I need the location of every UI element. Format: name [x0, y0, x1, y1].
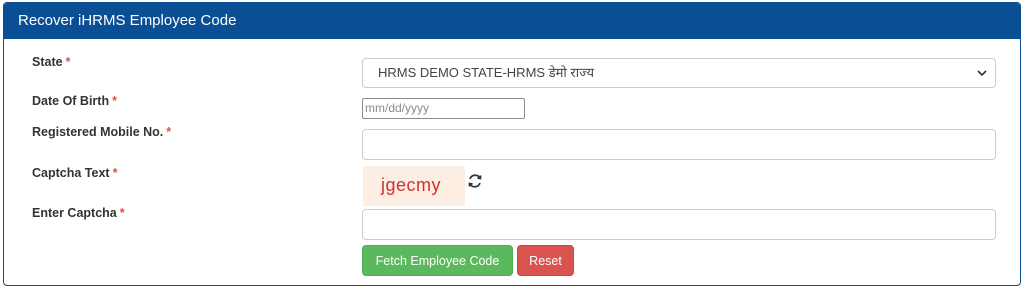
chevron-down-icon: [977, 59, 987, 99]
mobile-number-input[interactable]: [362, 129, 996, 160]
dob-label: Date Of Birth *: [32, 94, 117, 108]
captcha-text: jgecmy: [381, 175, 442, 195]
captcha-label-text: Captcha Text: [32, 166, 110, 180]
panel-title: Recover iHRMS Employee Code: [4, 3, 1020, 39]
required-marker: *: [112, 94, 117, 108]
state-label-text: State: [32, 55, 63, 69]
required-marker: *: [166, 125, 172, 139]
required-marker: *: [119, 206, 125, 220]
date-placeholder: mm/dd/yyyy: [365, 101, 430, 115]
state-selected-value: HRMS DEMO STATE-HRMS डेमो राज्य: [378, 65, 595, 80]
enter-captcha-label: Enter Captcha *: [32, 206, 125, 220]
captcha-image: jgecmy: [363, 166, 465, 206]
mobile-label-text: Registered Mobile No.: [32, 125, 164, 139]
date-of-birth-input[interactable]: mm/dd/yyyy: [362, 98, 525, 119]
recover-employee-code-panel: Recover iHRMS Employee Code State * HRMS …: [3, 2, 1021, 286]
state-label: State *: [32, 55, 70, 69]
required-marker: *: [65, 55, 71, 69]
refresh-icon[interactable]: [467, 173, 483, 189]
mobile-label: Registered Mobile No. *: [32, 125, 171, 139]
fetch-employee-code-button[interactable]: Fetch Employee Code: [362, 245, 513, 276]
captcha-label: Captcha Text *: [32, 166, 117, 180]
reset-button[interactable]: Reset: [517, 245, 574, 276]
enter-captcha-input[interactable]: [362, 209, 996, 240]
enter-captcha-label-text: Enter Captcha: [32, 206, 117, 220]
dob-label-text: Date Of Birth: [32, 94, 110, 108]
required-marker: *: [112, 166, 118, 180]
state-select[interactable]: HRMS DEMO STATE-HRMS डेमो राज्य: [362, 58, 996, 88]
